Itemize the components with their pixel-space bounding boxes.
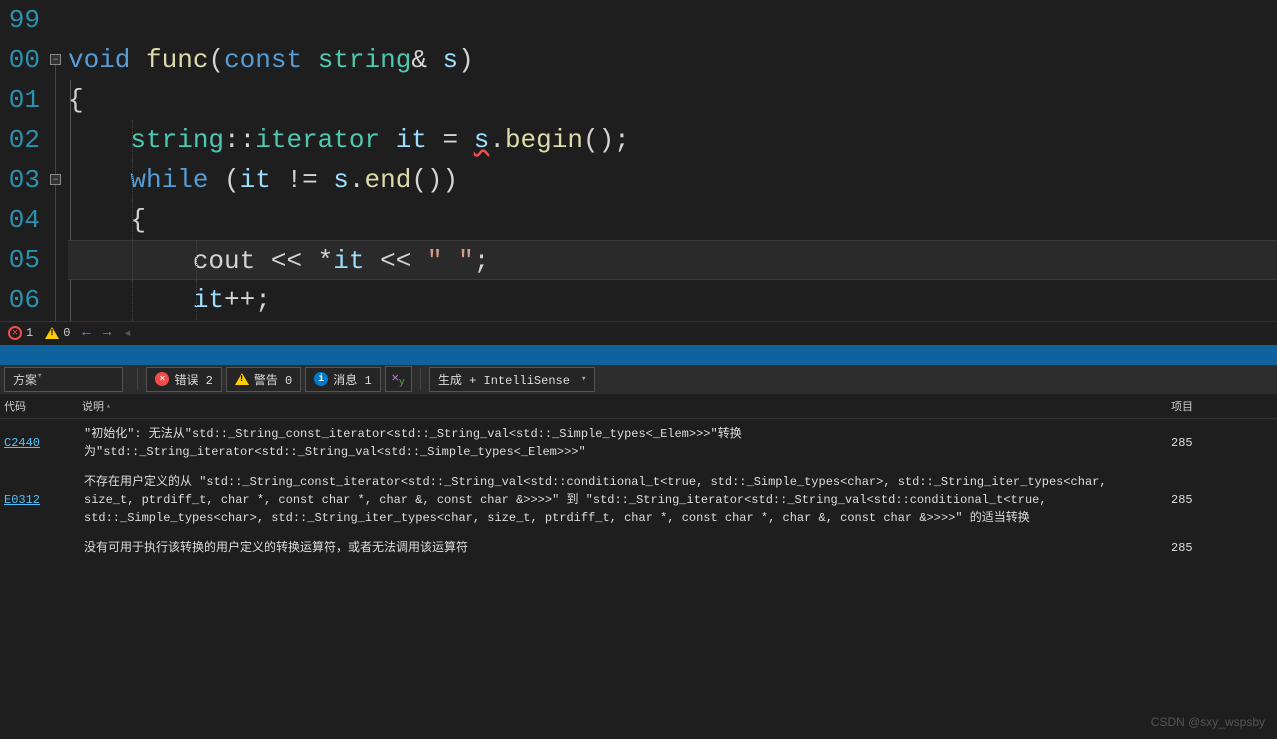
column-header-code[interactable]: 代码 xyxy=(0,395,78,418)
error-list-toolbar: 方案 ▾ ✕ 错误 2 警告 0 i 消息 1 ✕y 生成 + IntelliS… xyxy=(0,365,1277,395)
error-icon: ✕ xyxy=(8,326,22,340)
build-intellisense-dropdown[interactable]: 生成 + IntelliSense xyxy=(429,367,595,392)
fold-toggle-icon[interactable]: − xyxy=(50,54,61,65)
panel-title-bar[interactable] xyxy=(0,345,1277,365)
error-description: 不存在用户定义的从 "std::_String_const_iterator<s… xyxy=(78,473,1167,527)
info-icon: i xyxy=(314,372,328,386)
fold-toggle-icon[interactable]: − xyxy=(50,174,61,185)
warnings-filter-button[interactable]: 警告 0 xyxy=(226,367,301,392)
error-project: 285 xyxy=(1167,539,1277,557)
nav-back-icon[interactable]: ← xyxy=(82,325,90,341)
warning-icon xyxy=(45,327,59,339)
watermark: CSDN @sxy_wspsby xyxy=(1151,715,1265,729)
code-editor[interactable]: 99 00 01 02 03 04 05 06 07 08 09 10 − − … xyxy=(0,0,1277,321)
error-project: 285 xyxy=(1167,425,1277,461)
fold-gutter: − − − xyxy=(50,0,68,321)
column-header-description[interactable]: 说明▴ xyxy=(78,395,1167,418)
status-warning-count[interactable]: 0 xyxy=(45,326,70,340)
warning-icon xyxy=(235,373,249,385)
current-line: cout << *it << " "; xyxy=(68,240,1277,280)
error-project: 285 xyxy=(1167,473,1277,527)
clear-button[interactable]: ✕y xyxy=(385,366,412,392)
error-code-link[interactable] xyxy=(0,539,78,557)
error-description: 没有可用于执行该转换的用户定义的转换运算符，或者无法调用该运算符 xyxy=(78,539,1167,557)
errors-filter-button[interactable]: ✕ 错误 2 xyxy=(146,367,221,392)
error-list-header: 代码 说明▴ 项目 xyxy=(0,395,1277,419)
sort-asc-icon: ▴ xyxy=(106,401,111,411)
column-header-project[interactable]: 项目 xyxy=(1167,395,1277,418)
error-code-link[interactable]: C2440 xyxy=(0,425,78,461)
messages-filter-button[interactable]: i 消息 1 xyxy=(305,367,380,392)
error-code-link[interactable]: E0312 xyxy=(0,473,78,527)
code-content[interactable]: void func(const string& s) { string::ite… xyxy=(68,0,1277,321)
clear-icon: ✕y xyxy=(392,371,405,385)
error-row[interactable]: E0312 不存在用户定义的从 "std::_String_const_iter… xyxy=(0,467,1277,533)
nav-caret-icon: ◂ xyxy=(123,325,131,342)
error-icon: ✕ xyxy=(155,372,169,386)
error-row[interactable]: 没有可用于执行该转换的用户定义的转换运算符，或者无法调用该运算符 285 xyxy=(0,533,1277,563)
error-description: "初始化": 无法从"std::_String_const_iterator<s… xyxy=(78,425,1167,461)
error-squiggle: s xyxy=(474,125,490,155)
editor-status-bar: ✕ 1 0 ← → ◂ xyxy=(0,321,1277,345)
nav-forward-icon[interactable]: → xyxy=(103,325,111,341)
status-error-count[interactable]: ✕ 1 xyxy=(8,326,33,340)
solution-dropdown[interactable]: 方案 ▾ xyxy=(4,367,123,392)
error-list[interactable]: C2440 "初始化": 无法从"std::_String_const_iter… xyxy=(0,419,1277,739)
line-number-gutter: 99 00 01 02 03 04 05 06 07 08 09 10 xyxy=(0,0,50,321)
error-row[interactable]: C2440 "初始化": 无法从"std::_String_const_iter… xyxy=(0,419,1277,467)
